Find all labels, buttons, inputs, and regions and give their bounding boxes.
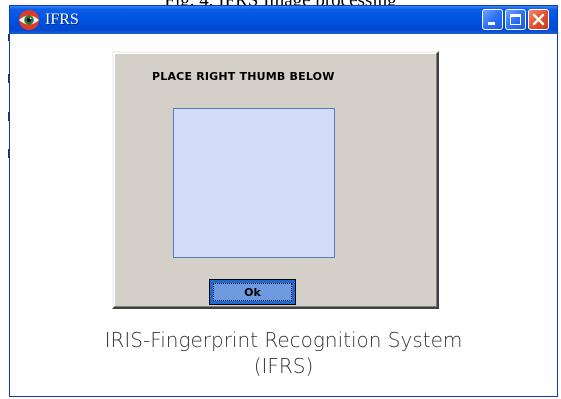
minimize-icon [488,22,495,25]
system-title-line2: (IFRS) [253,354,314,378]
maximize-button[interactable] [505,9,526,30]
fingerprint-scan-area[interactable] [173,108,335,258]
ok-button-label: Ok [213,283,292,301]
page: Fig. 4. IFRS Image processing IFRS [0,0,561,399]
close-button[interactable] [528,9,549,30]
system-title: IRIS-Fingerprint Recognition System (IFR… [10,327,557,379]
window-title: IFRS [45,11,79,28]
system-title-line1: IRIS-Fingerprint Recognition System [104,328,463,352]
maximize-icon [510,14,521,25]
thumb-capture-panel: PLACE RIGHT THUMB BELOW Ok [112,51,439,309]
panel-heading: PLACE RIGHT THUMB BELOW [152,70,335,83]
minimize-button[interactable] [482,9,503,30]
eye-icon [19,10,39,30]
app-window: IFRS PLACE RIGHT THUMB BELOW Ok IRIS-Fin… [9,5,558,397]
ok-button[interactable]: Ok [209,279,296,305]
title-bar[interactable]: IFRS [10,6,557,34]
close-icon [532,13,545,26]
